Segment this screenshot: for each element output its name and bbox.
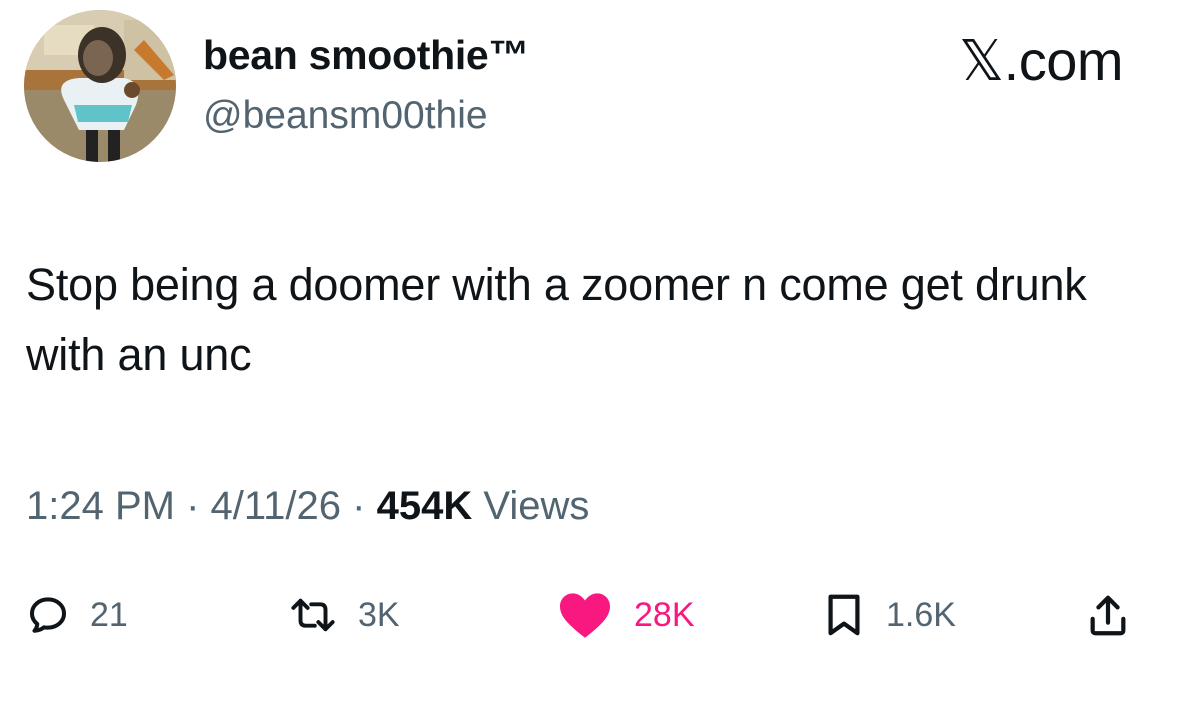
repost-button[interactable]: 3K: [288, 585, 400, 645]
reply-count: 21: [90, 595, 128, 634]
views-count: 454K: [376, 484, 473, 528]
views-label: Views: [483, 484, 590, 528]
site-watermark: 𝕏.com: [959, 29, 1123, 92]
avatar-image: [24, 10, 176, 162]
tweet-time[interactable]: 1:24 PM: [26, 484, 175, 528]
avatar[interactable]: [24, 10, 176, 162]
meta-separator: ·: [186, 484, 200, 528]
heart-icon: [560, 593, 610, 638]
tweet-meta: 1:24 PM · 4/11/26 · 454K Views: [26, 484, 589, 529]
repost-count: 3K: [358, 595, 400, 634]
display-name[interactable]: bean smoothie™: [203, 32, 529, 79]
share-button[interactable]: [1086, 585, 1130, 645]
repost-icon: [291, 598, 335, 632]
like-button[interactable]: 28K: [556, 585, 695, 645]
share-icon: [1090, 595, 1126, 636]
bookmark-icon: [828, 594, 860, 636]
meta-separator: ·: [352, 484, 366, 528]
bookmark-button[interactable]: 1.6K: [822, 585, 956, 645]
action-bar: 21 3K 28K 1.6K: [26, 585, 1154, 645]
reply-icon: [29, 597, 67, 633]
reply-button[interactable]: 21: [26, 585, 128, 645]
user-handle[interactable]: @beansm00thie: [203, 94, 488, 138]
tweet-date[interactable]: 4/11/26: [211, 484, 342, 528]
tweet-text: Stop being a doomer with a zoomer n come…: [26, 259, 1087, 380]
bookmark-count: 1.6K: [886, 595, 956, 634]
like-count: 28K: [634, 595, 695, 634]
